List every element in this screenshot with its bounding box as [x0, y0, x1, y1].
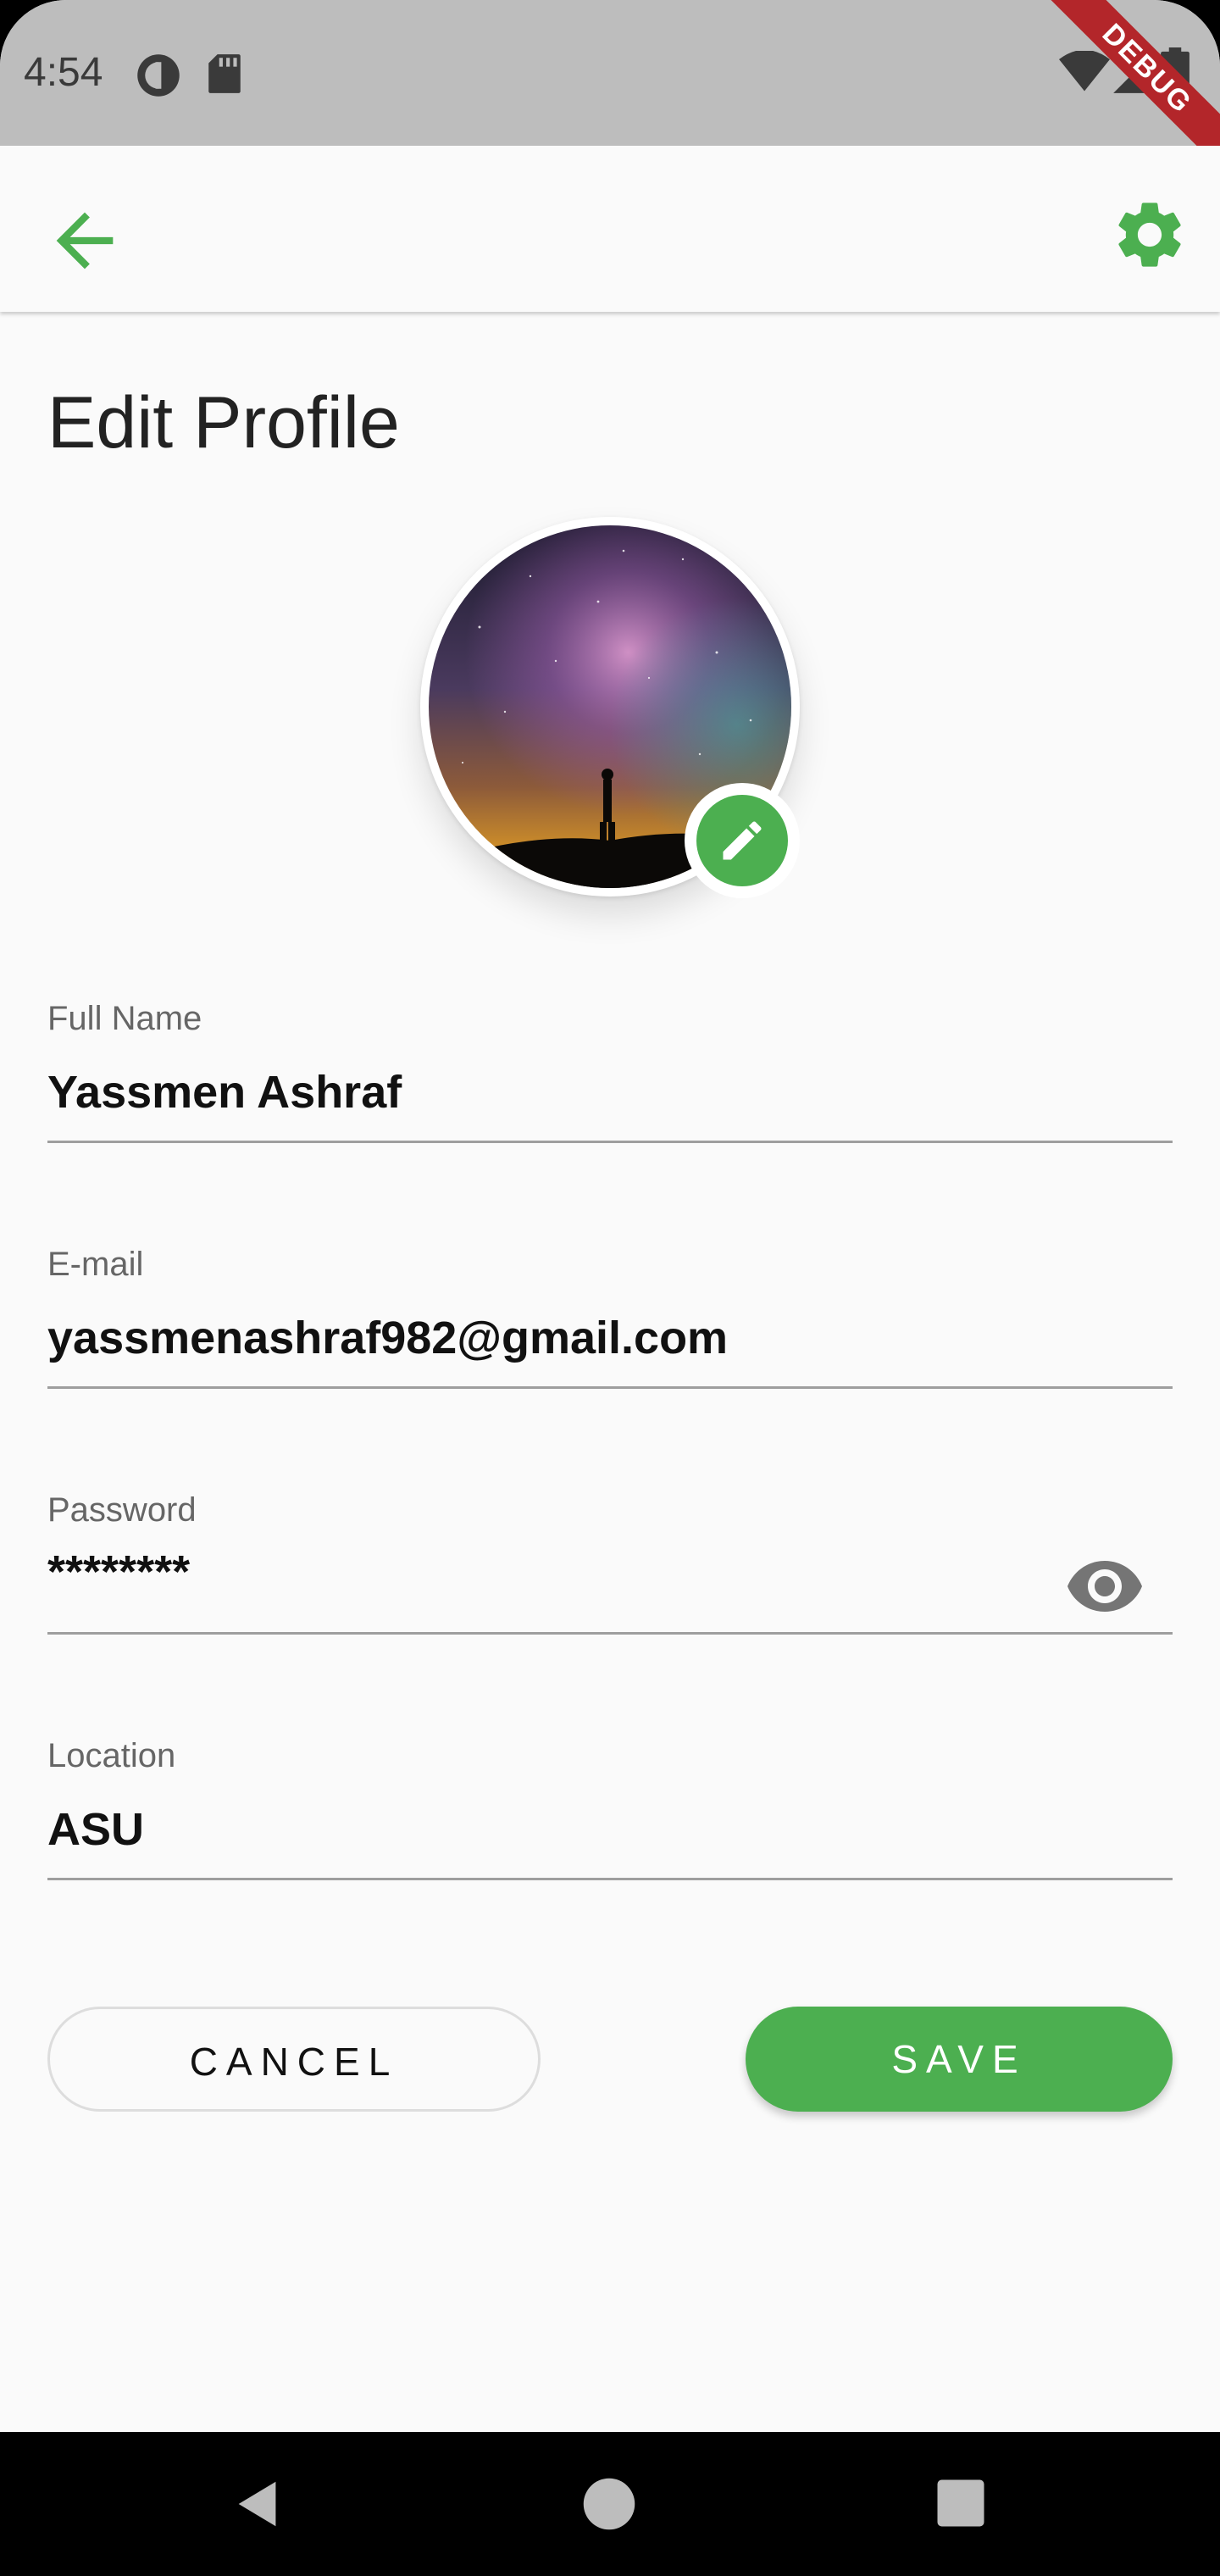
home-circle-icon[interactable]: [581, 2476, 637, 2532]
password-input[interactable]: ********: [47, 1546, 190, 1598]
full-name-input[interactable]: Yassmen Ashraf: [47, 1066, 402, 1119]
page-title: Edit Profile: [47, 382, 400, 464]
app-screen: 4:54 DEBUG Edit Profile Full Name Yassme…: [0, 0, 1220, 2432]
full-name-label: Full Name: [47, 1000, 202, 1037]
app-bar: [0, 146, 1220, 312]
eye-icon[interactable]: [1064, 1546, 1145, 1627]
status-bar: 4:54 DEBUG: [0, 0, 1220, 185]
status-time: 4:54: [24, 50, 103, 95]
edit-photo-circle: [696, 795, 788, 886]
gear-icon[interactable]: [1110, 195, 1190, 275]
sd-card-icon: [208, 54, 241, 93]
arrow-left-icon[interactable]: [42, 198, 127, 283]
password-underline: [47, 1632, 1173, 1635]
notification-icon: [137, 54, 180, 97]
full-name-underline: [47, 1141, 1173, 1143]
edit-photo-button[interactable]: [685, 783, 800, 898]
recents-square-icon[interactable]: [935, 2478, 986, 2529]
email-label: E-mail: [47, 1246, 144, 1283]
save-button[interactable]: SAVE: [746, 2007, 1173, 2112]
back-triangle-icon[interactable]: [229, 2474, 288, 2534]
location-underline: [47, 1878, 1173, 1880]
pencil-icon: [723, 821, 762, 860]
password-label: Password: [47, 1491, 197, 1529]
wifi-icon: [1059, 51, 1110, 92]
location-input[interactable]: ASU: [47, 1803, 144, 1856]
navigation-bar: [0, 2432, 1220, 2576]
email-underline: [47, 1386, 1173, 1389]
location-label: Location: [47, 1737, 176, 1774]
email-input[interactable]: yassmenashraf982@gmail.com: [47, 1312, 728, 1364]
cancel-button[interactable]: CANCEL: [47, 2007, 541, 2112]
